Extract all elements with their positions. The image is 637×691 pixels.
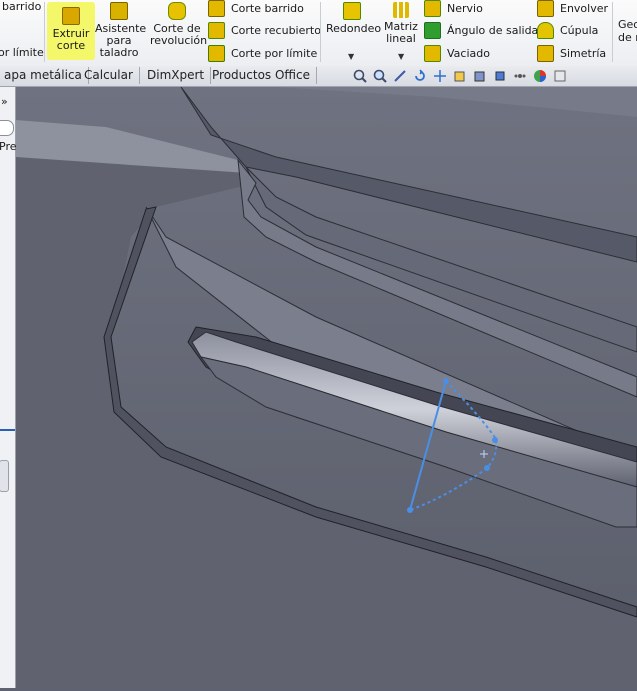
revolve-cut-button[interactable]: Corte de revolución: [150, 2, 208, 47]
zoom-to-fit-icon[interactable]: [352, 68, 368, 84]
feature-manager-panel: » Pre: [0, 87, 17, 688]
linear-pattern-button[interactable]: Matriz lineal: [382, 2, 420, 45]
graphics-area[interactable]: [16, 86, 637, 688]
geometry-reference-label-2: de r: [618, 31, 637, 44]
display-style-icon[interactable]: [472, 68, 488, 84]
tab-dimxpert[interactable]: DimXpert: [141, 67, 212, 84]
panel-divider: [0, 429, 15, 431]
shell-icon: [424, 45, 441, 62]
partial-label-2: or límite: [0, 46, 44, 59]
geometry-reference-partial[interactable]: Geo de r: [618, 18, 637, 44]
draft-icon: [424, 22, 441, 39]
hole-wizard-button[interactable]: Asistente para taladro: [95, 2, 146, 59]
panel-resize-handle[interactable]: [0, 460, 9, 492]
part-model-view: [16, 86, 637, 688]
fillet-icon: [343, 2, 361, 20]
rib-icon: [424, 0, 441, 17]
panel-search-field[interactable]: [0, 120, 14, 136]
dome-button[interactable]: Cúpula: [537, 22, 598, 39]
edit-appearance-icon[interactable]: [512, 68, 528, 84]
section-view-icon[interactable]: [432, 68, 448, 84]
apply-scene-icon[interactable]: [532, 68, 548, 84]
swept-cut-icon: [208, 0, 225, 17]
command-manager-ribbon: barrido or límite Extruir corte Asistent…: [0, 0, 637, 67]
extrude-cut-button[interactable]: Extruir corte: [47, 2, 95, 60]
zoom-to-area-icon[interactable]: [372, 68, 388, 84]
fillet-button[interactable]: Redondeo: [326, 2, 382, 35]
lofted-cut-button[interactable]: Corte recubierto: [208, 22, 321, 39]
fillet-dropdown-icon[interactable]: ▼: [348, 52, 354, 61]
mirror-label: Simetría: [560, 47, 607, 60]
boundary-cut-icon: [208, 45, 225, 62]
linear-pattern-icon: [393, 2, 409, 18]
dome-label: Cúpula: [560, 24, 599, 37]
revolve-cut-icon: [168, 2, 186, 20]
swept-cut-label: Corte barrido: [231, 2, 304, 15]
sketch-point-top[interactable]: [443, 378, 449, 384]
extrude-cut-label-2: corte: [56, 39, 86, 52]
linear-pattern-dropdown-icon[interactable]: ▼: [398, 52, 404, 61]
draft-button[interactable]: Ángulo de salida: [424, 22, 538, 39]
fillet-label: Redondeo: [326, 22, 382, 35]
linear-pattern-label-2: lineal: [386, 32, 416, 45]
sketch-point-arc-2[interactable]: [484, 465, 490, 471]
boundary-cut-button[interactable]: Corte por límite: [208, 45, 317, 62]
previous-view-icon[interactable]: [392, 68, 408, 84]
tab-evaluate[interactable]: Calcular: [78, 67, 140, 84]
view-orientation-icon[interactable]: [452, 68, 468, 84]
dome-icon: [537, 22, 554, 39]
wrap-label: Envolver: [560, 2, 609, 15]
tab-office-products[interactable]: Productos Office: [206, 67, 317, 84]
partial-label-1: barrido: [2, 0, 42, 13]
shell-label: Vaciado: [447, 47, 490, 60]
draft-label: Ángulo de salida: [447, 24, 539, 37]
wrap-button[interactable]: Envolver: [537, 0, 608, 17]
mirror-icon: [537, 45, 554, 62]
lofted-cut-icon: [208, 22, 225, 39]
mirror-button[interactable]: Simetría: [537, 45, 606, 62]
hole-wizard-icon: [110, 2, 128, 20]
rib-button[interactable]: Nervio: [424, 0, 483, 17]
expand-panel-button[interactable]: »: [1, 95, 8, 108]
swept-cut-button[interactable]: Corte barrido: [208, 0, 304, 17]
geometry-reference-label-1: Geo: [618, 18, 637, 31]
sketch-point-bottom[interactable]: [407, 507, 413, 513]
heads-up-view-toolbar: [352, 66, 568, 86]
revolve-cut-label-2: revolución: [150, 34, 208, 47]
extrude-cut-icon: [62, 7, 80, 25]
rotate-view-icon[interactable]: [412, 68, 428, 84]
wrap-icon: [537, 0, 554, 17]
view-settings-icon[interactable]: [552, 68, 568, 84]
shell-button[interactable]: Vaciado: [424, 45, 490, 62]
tab-sheet-metal[interactable]: apa metálica: [0, 67, 89, 84]
rib-label: Nervio: [447, 2, 483, 15]
hide-show-items-icon[interactable]: [492, 68, 508, 84]
sketch-point-arc[interactable]: [492, 437, 498, 443]
hole-wizard-label-3: taladro: [99, 46, 139, 59]
boundary-cut-label: Corte por límite: [231, 47, 318, 60]
panel-label: Pre: [0, 140, 17, 153]
lofted-cut-label: Corte recubierto: [231, 24, 321, 37]
